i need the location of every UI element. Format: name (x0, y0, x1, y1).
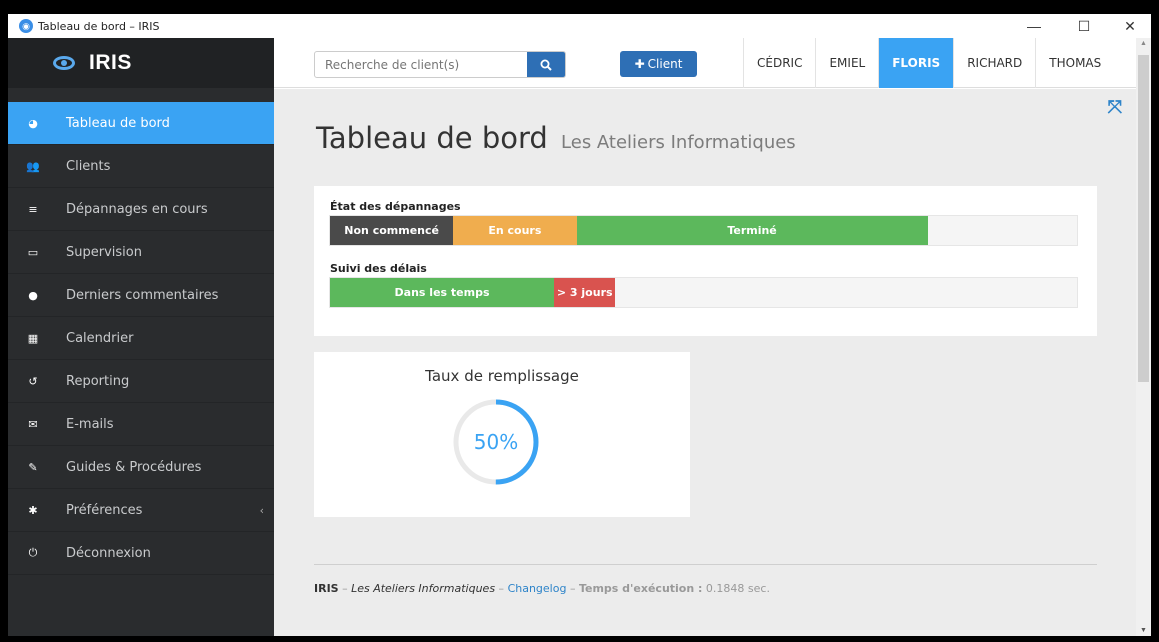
deadlines-label: Suivi des délais (330, 262, 427, 275)
sidebar-item-label: E-mails (66, 416, 114, 432)
sidebar-item-comments[interactable]: ● Derniers commentaires (8, 274, 274, 317)
tasks-icon: ≡ (28, 202, 38, 216)
footer-app: IRIS (314, 582, 339, 595)
fill-rate-panel: Taux de remplissage 50% (314, 352, 690, 517)
search-button[interactable] (527, 52, 565, 77)
users-icon: 👥 (26, 159, 40, 173)
user-tab-richard[interactable]: RICHARD (953, 38, 1035, 88)
user-tabs: CÉDRIC EMIEL FLORIS RICHARD THOMAS (743, 38, 1114, 88)
search-input[interactable] (315, 52, 527, 77)
sidebar-item-label: Calendrier (66, 330, 134, 346)
repairs-progress-bar: Non commencé En cours Terminé (329, 215, 1078, 246)
scroll-thumb[interactable] (1138, 55, 1149, 382)
fill-rate-title: Taux de remplissage (425, 367, 579, 385)
sidebar-item-edit[interactable]: ✎ Guides & Procédures (8, 446, 274, 489)
sidebar-item-envelope[interactable]: ✉ E-mails (8, 403, 274, 446)
sidebar-menu: ◕ Tableau de bord 👥 Clients ≡ Dépannages en c… (8, 102, 274, 575)
sidebar-item-label: Dépannages en cours (66, 201, 208, 217)
app-window: ◉ Tableau de bord – IRIS — ☐ ✕ IRIS ◕ Tab… (8, 14, 1151, 636)
changelog-link[interactable]: Changelog (508, 582, 567, 595)
sidebar-item-label: Guides & Procédures (66, 459, 202, 475)
progress-segment: Dans les temps (330, 278, 555, 307)
repairs-label: État des dépannages (330, 200, 461, 213)
add-client-label: Client (647, 57, 683, 71)
gear-icon: ✱ (28, 503, 38, 517)
footer-sep: – (566, 582, 579, 595)
search-box (314, 51, 566, 78)
desktop-icon: ▭ (27, 245, 39, 259)
brand[interactable]: IRIS (8, 38, 274, 88)
page-subtitle: Les Ateliers Informatiques (561, 132, 796, 153)
progress-segment: > 3 jours (554, 278, 616, 307)
calendar-icon: ▦ (27, 331, 39, 345)
dashboard-icon: ◕ (28, 116, 38, 130)
vertical-scrollbar[interactable]: ▲ ▼ (1136, 38, 1151, 636)
comments-icon: ● (28, 288, 38, 302)
sidebar-item-history[interactable]: ↺ Reporting (8, 360, 274, 403)
main-content: ⤧ Tableau de bord Les Ateliers Informati… (274, 89, 1136, 636)
plus-icon: ✚ (634, 57, 645, 71)
deadlines-progress-bar: Dans les temps > 3 jours (329, 277, 1078, 308)
sidebar-item-desktop[interactable]: ▭ Supervision (8, 231, 274, 274)
exec-time-value: 0.1848 sec. (702, 582, 770, 595)
envelope-icon: ✉ (28, 417, 38, 431)
sidebar-item-label: Derniers commentaires (66, 287, 219, 303)
user-tab-thomas[interactable]: THOMAS (1035, 38, 1114, 88)
status-panel: État des dépannages Non commencé En cours… (314, 186, 1097, 336)
history-icon: ↺ (28, 374, 38, 388)
page-title: Tableau de bord Les Ateliers Informatiqu… (316, 121, 796, 155)
footer-divider (314, 564, 1097, 565)
footer-company: Les Ateliers Informatiques (351, 582, 496, 595)
user-tab-emiel[interactable]: EMIEL (815, 38, 878, 88)
sidebar-item-label: Déconnexion (66, 545, 151, 561)
expand-icon[interactable]: ⤧ (1108, 97, 1122, 118)
footer: IRIS – Les Ateliers Informatiques – Chan… (314, 582, 770, 595)
scroll-down-arrow[interactable]: ▼ (1136, 627, 1151, 634)
scroll-up-arrow[interactable]: ▲ (1136, 40, 1151, 47)
progress-segment: Terminé (576, 216, 928, 245)
title-bar: ◉ Tableau de bord – IRIS — ☐ ✕ (8, 14, 1151, 38)
page-title-text: Tableau de bord (316, 121, 548, 155)
sidebar-item-label: Supervision (66, 244, 142, 260)
footer-sep: – (495, 582, 508, 595)
maximize-button[interactable]: ☐ (1063, 14, 1105, 38)
user-tab-cédric[interactable]: CÉDRIC (743, 38, 815, 88)
sidebar-item-tasks[interactable]: ≡ Dépannages en cours (8, 188, 274, 231)
edit-icon: ✎ (28, 460, 38, 474)
search-icon (540, 59, 552, 71)
sidebar-item-label: Préférences (66, 502, 143, 518)
user-tab-floris[interactable]: FLORIS (878, 38, 954, 88)
sidebar: IRIS ◕ Tableau de bord 👥 Clients ≡ Dépannages… (8, 38, 274, 636)
sidebar-item-label: Reporting (66, 373, 130, 389)
fill-rate-value: 50% (473, 430, 519, 454)
add-client-button[interactable]: ✚ Client (620, 51, 697, 77)
progress-segment: En cours (453, 216, 577, 245)
chevron-left-icon: ‹ (259, 503, 264, 517)
sidebar-item-calendar[interactable]: ▦ Calendrier (8, 317, 274, 360)
sidebar-item-power[interactable]: ⏻ Déconnexion (8, 532, 274, 575)
sidebar-item-users[interactable]: 👥 Clients (8, 145, 274, 188)
sidebar-item-dashboard[interactable]: ◕ Tableau de bord (8, 102, 274, 145)
sidebar-item-gear[interactable]: ✱ Préférences ‹ (8, 489, 274, 532)
sidebar-item-label: Clients (66, 158, 111, 174)
eye-icon (53, 56, 75, 70)
footer-sep: – (338, 582, 352, 595)
exec-time-label: Temps d'exécution : (578, 582, 703, 595)
close-button[interactable]: ✕ (1109, 14, 1151, 38)
minimize-button[interactable]: — (1013, 14, 1055, 38)
brand-name: IRIS (89, 51, 132, 74)
power-icon: ⏻ (28, 546, 38, 559)
sidebar-item-label: Tableau de bord (66, 115, 170, 131)
top-header: ✚ Client CÉDRICEMIELFLORISRICHARDTHOMAS (274, 38, 1136, 88)
progress-segment: Non commencé (330, 216, 454, 245)
app-icon: ◉ (19, 19, 33, 33)
window-title: Tableau de bord – IRIS (38, 19, 160, 33)
